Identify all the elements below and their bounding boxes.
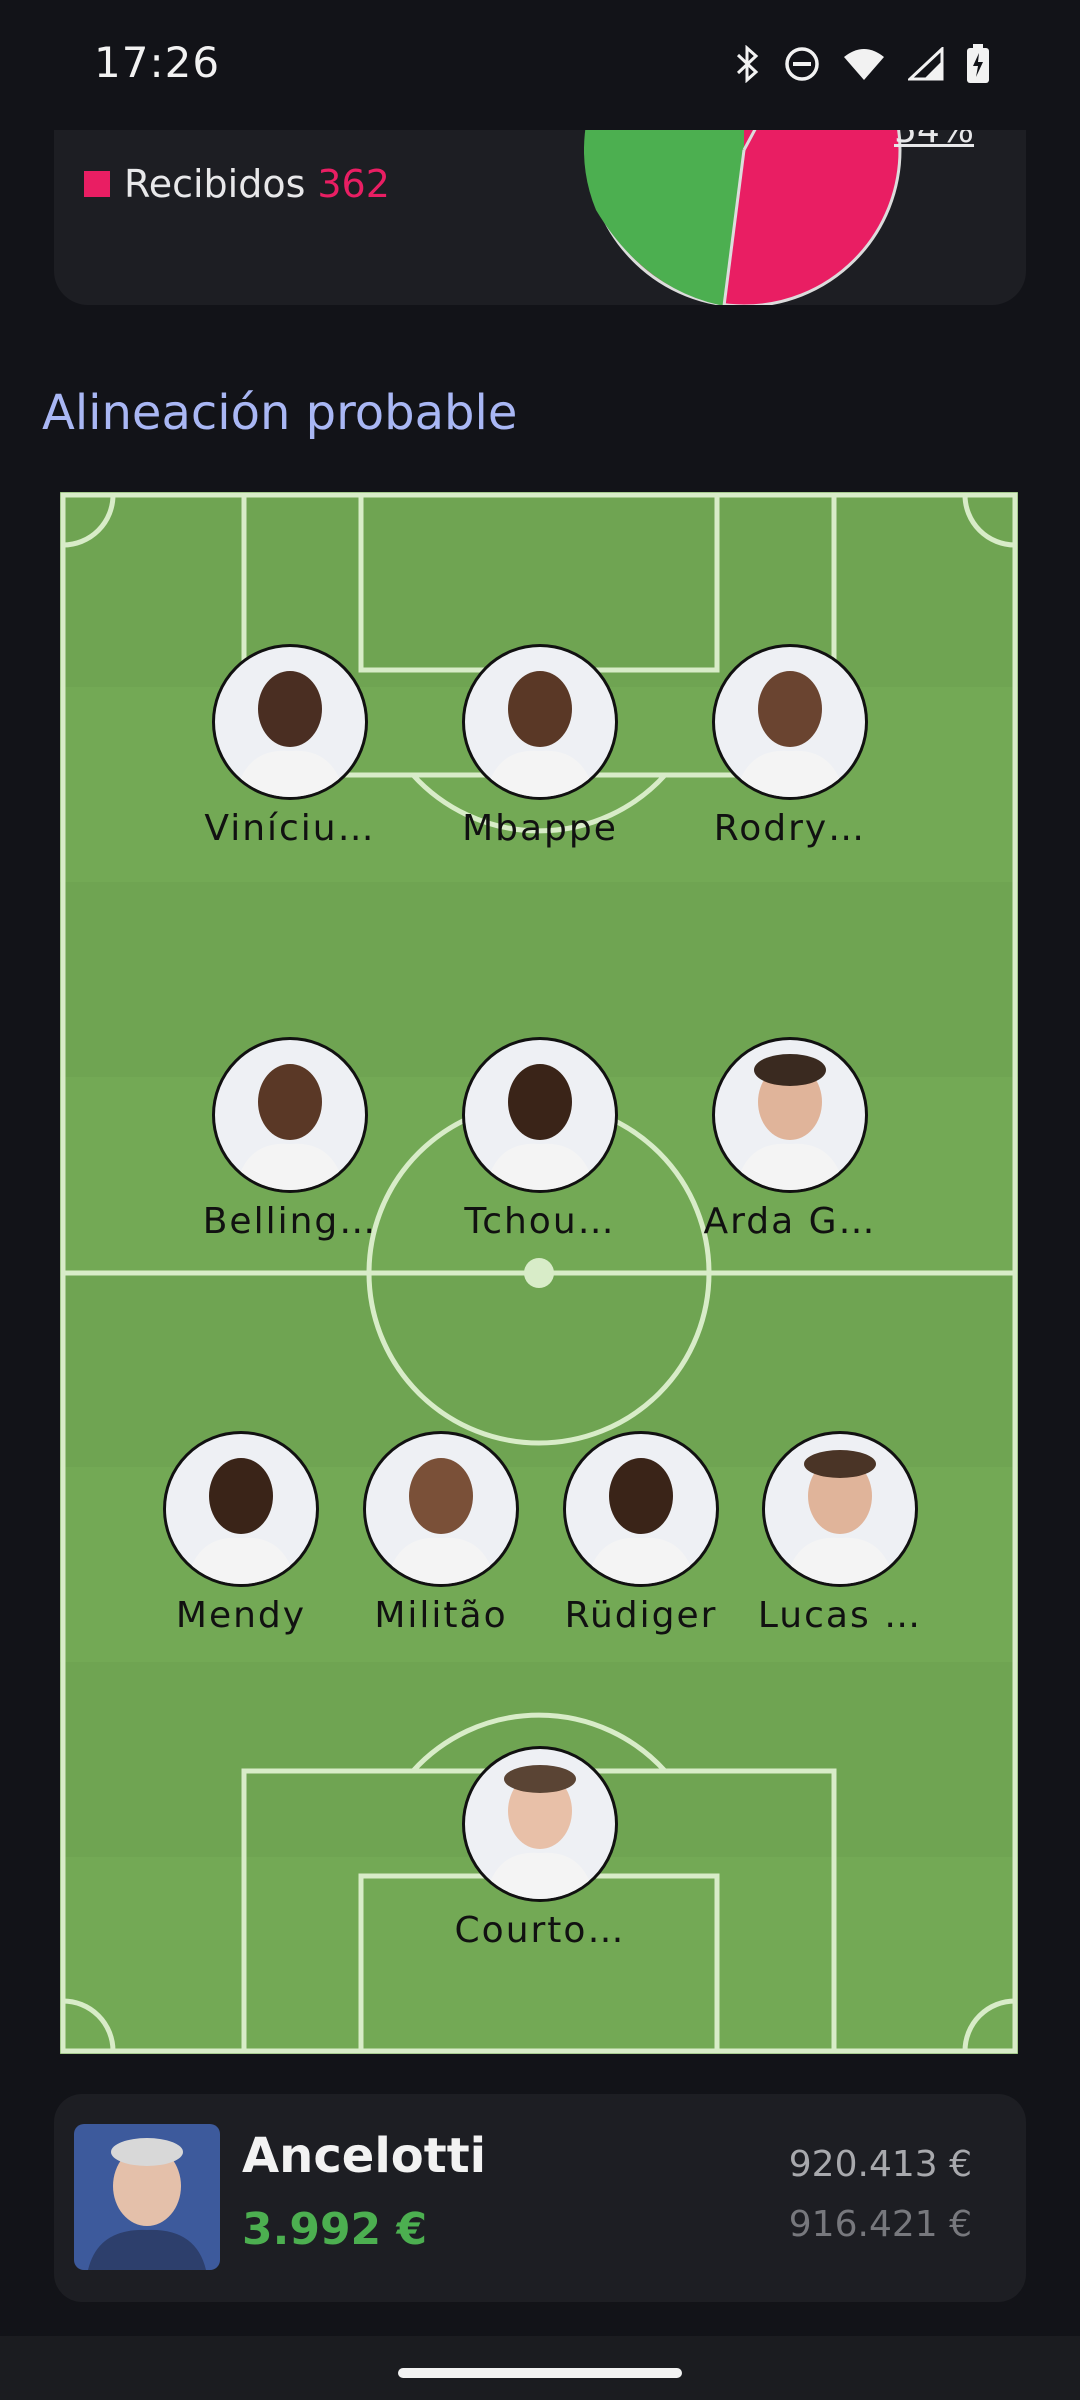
player-name: Arda G… [703,1201,877,1242]
player-card[interactable]: Viníciu… [175,644,405,849]
player-photo [462,644,618,800]
legend-label: Recibidos [124,162,306,206]
player-card[interactable]: Rodry… [675,644,905,849]
player-photo [563,1431,719,1587]
coach-name: Ancelotti [242,2128,487,2184]
wifi-icon [844,49,884,80]
player-photo [712,1037,868,1193]
player-photo [462,1037,618,1193]
stats-card: 54% Recibidos 362 [54,100,1026,305]
player-name: Belling… [202,1201,378,1242]
player-name: Viníciu… [204,808,376,849]
player-photo [712,644,868,800]
coach-photo [74,2124,220,2270]
do-not-disturb-icon [785,47,819,81]
player-name: Mbappe [462,808,618,849]
player-name: Lucas … [757,1595,923,1636]
player-card[interactable]: Mbappe [425,644,655,849]
legend-swatch [84,171,110,197]
home-gesture-handle[interactable] [398,2368,682,2378]
legend-received: Recibidos 362 [84,162,390,206]
player-name: Militão [374,1595,508,1636]
coach-previous-value: 916.421 € [788,2204,972,2245]
player-card[interactable]: Belling… [175,1037,405,1242]
player-card[interactable]: Rüdiger [526,1431,756,1636]
status-time: 17:26 [94,38,221,87]
player-name: Tchou… [464,1201,616,1242]
player-card[interactable]: Lucas … [725,1431,955,1636]
status-icons [732,44,990,84]
coach-market-value: 920.413 € [788,2144,972,2185]
player-card[interactable]: Mendy [126,1431,356,1636]
goals-pie-chart [583,100,904,305]
player-photo [163,1431,319,1587]
section-title: Alineación probable [42,385,518,441]
signal-icon [908,47,944,81]
player-name: Mendy [175,1595,307,1636]
legend-value: 362 [317,162,390,206]
status-bar: 17:26 [0,0,1080,130]
player-photo [762,1431,918,1587]
player-name: Courto… [454,1910,626,1951]
player-card[interactable]: Militão [326,1431,556,1636]
bluetooth-icon [736,45,759,83]
player-card[interactable]: Courto… [425,1746,655,1951]
player-photo [462,1746,618,1902]
player-card[interactable]: Arda G… [675,1037,905,1242]
player-card[interactable]: Tchou… [425,1037,655,1242]
player-name: Rodry… [713,808,867,849]
coach-value-change: 3.992 € [242,2204,428,2255]
player-photo [212,1037,368,1193]
player-photo [212,644,368,800]
player-name: Rüdiger [564,1595,718,1636]
battery-icon [967,44,989,83]
coach-card[interactable]: Ancelotti 3.992 € 920.413 € 916.421 € [54,2094,1026,2302]
player-photo [363,1431,519,1587]
